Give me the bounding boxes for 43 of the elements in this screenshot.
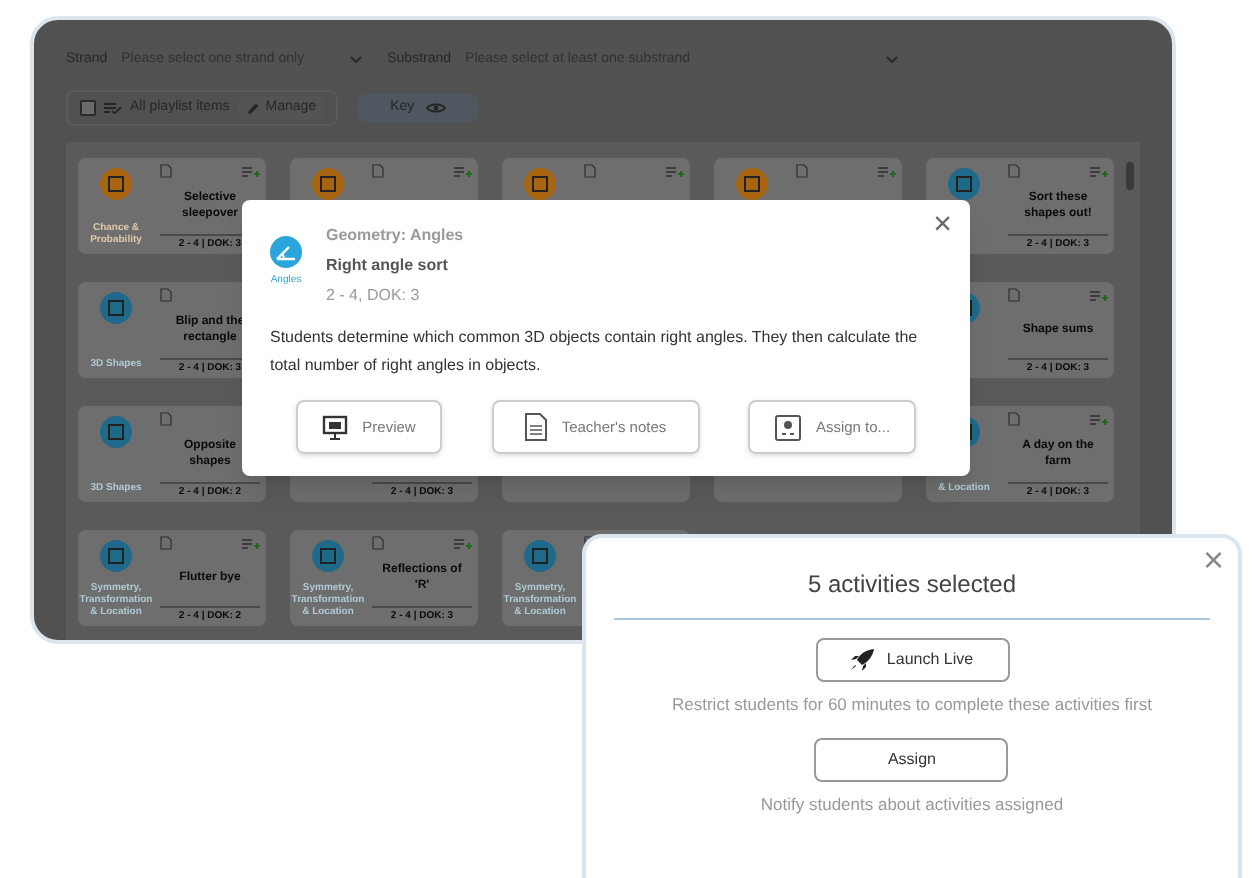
add-to-playlist-icon[interactable]	[242, 165, 260, 177]
add-to-playlist-icon[interactable]	[454, 537, 472, 549]
document-icon	[160, 536, 172, 550]
playlist-check-icon	[104, 102, 122, 114]
document-icon	[584, 164, 596, 178]
add-to-playlist-icon[interactable]	[242, 537, 260, 549]
activity-meta: 2 - 4, DOK: 3	[326, 284, 422, 308]
document-icon	[1008, 412, 1020, 426]
document-icon	[372, 164, 384, 178]
angle-icon	[270, 236, 302, 268]
close-button[interactable]: ×	[933, 210, 952, 242]
document-icon	[160, 288, 172, 302]
document-icon	[1008, 164, 1020, 178]
add-to-playlist-icon[interactable]	[1090, 165, 1108, 177]
add-to-playlist-icon[interactable]	[666, 165, 684, 177]
activity-description: Students determine which common 3D objects contain right angles. They then calculate the total number of right angles in objects.	[270, 326, 920, 378]
rocket-icon	[850, 648, 877, 672]
document-icon	[160, 412, 172, 426]
checkbox[interactable]	[80, 100, 96, 116]
document-icon	[1008, 288, 1020, 302]
document-icon	[796, 164, 808, 178]
close-button[interactable]: ×	[1202, 542, 1224, 578]
topic-heading: Geometry: Angles	[326, 224, 464, 248]
assign-icon	[773, 413, 802, 441]
panel-title: 5 activities selected	[807, 568, 1017, 602]
projector-screen-icon	[322, 414, 349, 440]
chevron-down-icon	[885, 56, 898, 64]
assign-button[interactable]: Assign	[814, 738, 1009, 782]
eye-icon	[426, 102, 447, 114]
document-icon	[523, 412, 548, 442]
add-to-playlist-icon[interactable]	[878, 165, 896, 177]
add-to-playlist-icon[interactable]	[1090, 413, 1108, 425]
document-icon	[372, 536, 384, 550]
add-to-playlist-icon[interactable]	[1090, 289, 1108, 301]
chevron-down-icon	[349, 56, 362, 64]
document-icon	[160, 164, 172, 178]
activity-title: Right angle sort	[326, 254, 450, 278]
action-note: Restrict students for 60 minutes to complete these activities first	[672, 692, 1152, 718]
action-note: Notify students about activities assigned	[760, 792, 1064, 818]
launch-button[interactable]: Launch Live	[815, 638, 1009, 682]
add-to-playlist-icon[interactable]	[454, 165, 472, 177]
pencil-icon	[245, 101, 260, 115]
scrollbar[interactable]	[1126, 162, 1134, 190]
